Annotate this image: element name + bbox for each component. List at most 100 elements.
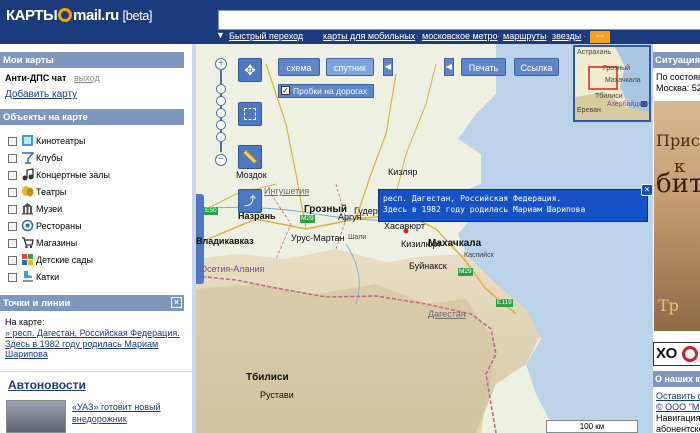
layer-checkbox[interactable]: [8, 256, 17, 265]
layer-row-theatres[interactable]: Театры: [8, 185, 178, 201]
add-map-link[interactable]: Добавить карту: [5, 89, 77, 100]
skates-icon: [23, 271, 33, 282]
point-link-line3[interactable]: Шарипова: [5, 349, 48, 359]
layer-row-concerts[interactable]: Концертные залы: [8, 168, 178, 184]
city-label[interactable]: Буйнакск: [409, 261, 447, 271]
city-label[interactable]: Кизляр: [388, 167, 417, 177]
city-label[interactable]: Хасавюрт: [384, 221, 425, 231]
print-button[interactable]: Печать: [461, 58, 506, 76]
news-link-line1[interactable]: «УАЗ» готовит новый: [72, 402, 161, 412]
search-input[interactable]: [218, 10, 700, 30]
sidebar: Мои карты Анти-ДПС чат выход Добавить ка…: [0, 44, 196, 433]
zoom-out-button[interactable]: −: [215, 154, 227, 166]
logo-text: КАРТЫ: [6, 7, 58, 24]
objects-header: Объекты на карте: [0, 109, 184, 125]
minimap-label: Ереван: [577, 107, 601, 114]
layer-checkbox[interactable]: [8, 239, 17, 248]
city-label[interactable]: Рустави: [260, 390, 294, 400]
promo-icon[interactable]: 〰: [590, 31, 610, 43]
layer-row-cinema[interactable]: Кинотеатры: [8, 134, 178, 150]
city-label[interactable]: Кизилюрт: [401, 239, 441, 249]
nav-separator: ·: [546, 31, 549, 41]
zoom-step[interactable]: [216, 132, 226, 142]
layer-checkbox[interactable]: [8, 137, 17, 146]
zoom-control[interactable]: + −: [214, 58, 228, 168]
city-label[interactable]: Моздок: [236, 170, 267, 180]
layer-row-clubs[interactable]: Клубы: [8, 151, 178, 167]
right-column: Ситуация По состоян Москва: 52 Присо к б…: [652, 44, 700, 433]
satellite-button[interactable]: спутник: [326, 58, 374, 76]
points-lines-header: Точки и линии ×: [0, 295, 184, 311]
note-icon: [22, 168, 34, 181]
close-icon[interactable]: ×: [171, 297, 182, 308]
link-button[interactable]: Ссылка: [514, 58, 559, 76]
layer-checkbox[interactable]: [8, 188, 17, 197]
layer-checkbox[interactable]: [8, 205, 17, 214]
ruler-icon[interactable]: 📏: [238, 145, 262, 169]
collapse-arrow-icon[interactable]: ◀: [383, 58, 393, 76]
about-header: О наших к: [653, 371, 700, 387]
ad-logo[interactable]: ХО: [653, 342, 700, 366]
traffic-toggle[interactable]: ✓ Пробки на дорогах: [278, 84, 374, 98]
zoom-in-button[interactable]: +: [215, 58, 227, 70]
about-link[interactable]: Оставить с: [656, 391, 700, 401]
layer-label: Магазины: [36, 238, 78, 248]
about-line[interactable]: © ООО "Ма: [656, 402, 700, 412]
nav-link-mobile[interactable]: карты для мобильных: [323, 31, 415, 41]
news-link-line2[interactable]: внедорожник: [72, 414, 127, 424]
city-label[interactable]: Назрань: [238, 211, 276, 221]
nav-link-routes[interactable]: маршруты: [503, 31, 546, 41]
road-number-badge: E119: [496, 299, 513, 307]
layer-checkbox[interactable]: [8, 222, 17, 231]
traffic-checkbox[interactable]: ✓: [281, 86, 290, 95]
point-link-line1[interactable]: » респ. Дагестан, Российская Федерация.: [5, 328, 180, 338]
info-popup[interactable]: респ. Дагестан, Российская Федерация. Зд…: [378, 184, 652, 222]
kindergarten-icon: [22, 254, 33, 265]
zoom-step[interactable]: [216, 120, 226, 130]
layer-row-restaurants[interactable]: Рестораны: [8, 219, 178, 235]
select-area-icon[interactable]: [238, 102, 262, 126]
zoom-step[interactable]: [216, 96, 226, 106]
layer-row-skating[interactable]: Катки: [8, 270, 178, 286]
popup-close-icon[interactable]: ×: [641, 184, 652, 196]
advertisement-banner[interactable]: Присо к бит Тр: [654, 101, 700, 331]
minimap[interactable]: Астрахань Грозный Махачкала Тбилиси Ерев…: [573, 45, 651, 122]
scheme-button[interactable]: схема: [278, 58, 320, 76]
nav-link-stars[interactable]: звезды: [552, 31, 581, 41]
city-label[interactable]: Тбилиси: [246, 372, 289, 383]
quick-nav-link[interactable]: Быстрый переход: [229, 31, 303, 41]
route-icon[interactable]: ⤴: [238, 189, 262, 213]
city-label[interactable]: Каспийск: [464, 252, 494, 259]
cocktail-icon: [22, 152, 34, 164]
region-label: Дагестан: [428, 309, 466, 319]
ad-text: бит: [656, 169, 700, 199]
layer-checkbox[interactable]: [8, 171, 17, 180]
news-title[interactable]: Автоновости: [8, 378, 86, 392]
zoom-step[interactable]: [216, 108, 226, 118]
layer-row-kindergartens[interactable]: Детские сады: [8, 253, 178, 269]
collapse-arrow-icon[interactable]: ◀: [444, 58, 454, 76]
layer-label: Музеи: [36, 204, 63, 214]
zoom-step[interactable]: [216, 84, 226, 94]
exit-link[interactable]: выход: [74, 73, 100, 83]
scale-label: 100 км: [579, 422, 605, 431]
layer-checkbox[interactable]: [8, 154, 17, 163]
cinema-icon: [22, 135, 33, 146]
news-thumbnail[interactable]: [6, 400, 66, 433]
layer-row-shops[interactable]: Магазины: [8, 236, 178, 252]
nav-link-metro[interactable]: московское метро: [422, 31, 498, 41]
situation-header: Ситуация: [653, 52, 700, 68]
city-label[interactable]: Шали: [348, 234, 366, 241]
city-label[interactable]: Урус-Мартан: [291, 233, 345, 243]
point-link-line2[interactable]: Здесь в 1982 году родилась Мариам: [5, 339, 158, 349]
minimap-label: Грозный: [603, 65, 631, 72]
logo[interactable]: КАРТЫ mail.ru [beta]: [6, 7, 153, 24]
points-lines-title: Точки и линии: [3, 298, 71, 309]
map-canvas[interactable]: + − ✥ 📏 ⤴ схема спутник ◀ ◀ Печать Ссылк…: [196, 44, 652, 433]
restaurant-icon: [21, 219, 34, 232]
layer-row-museums[interactable]: Музеи: [8, 202, 178, 218]
layer-label: Детские сады: [36, 255, 94, 265]
city-label[interactable]: Владикавказ: [196, 236, 254, 246]
layer-checkbox[interactable]: [8, 273, 17, 282]
pan-icon[interactable]: ✥: [238, 58, 262, 82]
